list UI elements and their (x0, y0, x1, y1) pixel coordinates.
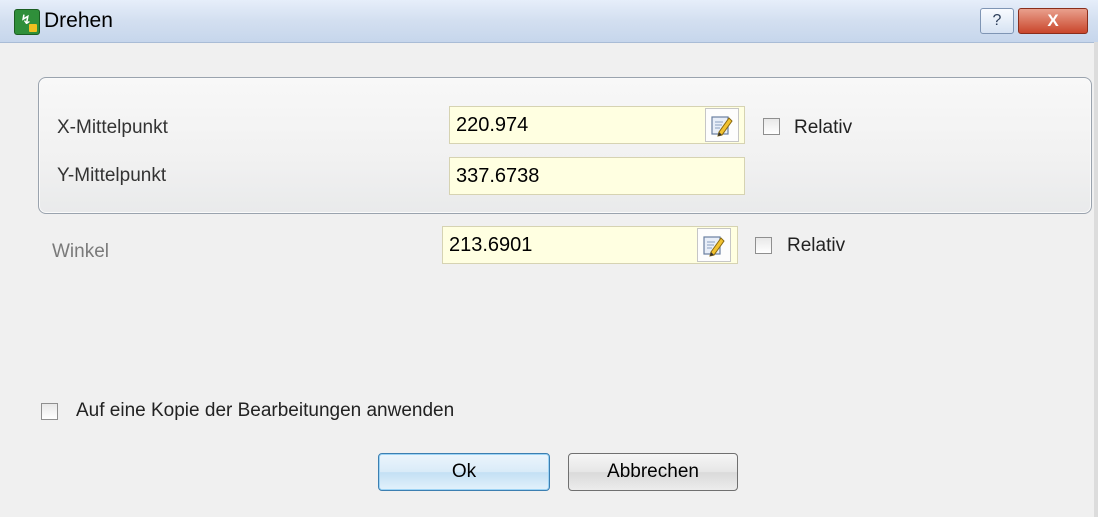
app-icon: ↯ (14, 9, 40, 35)
angle-relative-checkbox[interactable] (755, 237, 772, 254)
app-icon-accent (29, 24, 37, 32)
rotate-dialog: ↯ Drehen ? X X-Mittelpunkt 220.974 Relat… (0, 0, 1098, 517)
title-bar[interactable]: ↯ Drehen ? X (0, 0, 1098, 43)
window-edge (1094, 42, 1098, 517)
x-center-input[interactable]: 220.974 (449, 106, 745, 144)
help-button[interactable]: ? (980, 8, 1014, 34)
edit-pencil-icon (711, 116, 733, 137)
copy-option-checkbox[interactable] (41, 403, 58, 420)
y-center-input[interactable]: 337.6738 (449, 157, 745, 195)
x-center-edit-button[interactable] (705, 108, 739, 142)
window-title: Drehen (44, 9, 113, 32)
y-center-label: Y-Mittelpunkt (57, 165, 167, 186)
x-center-label: X-Mittelpunkt (57, 117, 168, 138)
angle-edit-button[interactable] (697, 228, 731, 262)
angle-input[interactable]: 213.6901 (442, 226, 738, 264)
x-relative-label: Relativ (794, 117, 853, 138)
angle-label: Winkel (52, 241, 110, 262)
cancel-button[interactable]: Abbrechen (568, 453, 738, 491)
x-relative-checkbox[interactable] (763, 118, 780, 135)
angle-relative-label: Relativ (787, 235, 846, 256)
copy-option-label: Auf eine Kopie der Bearbeitungen anwende… (76, 400, 455, 421)
edit-pencil-icon (703, 236, 725, 257)
ok-button[interactable]: Ok (378, 453, 550, 491)
close-button[interactable]: X (1018, 8, 1088, 34)
